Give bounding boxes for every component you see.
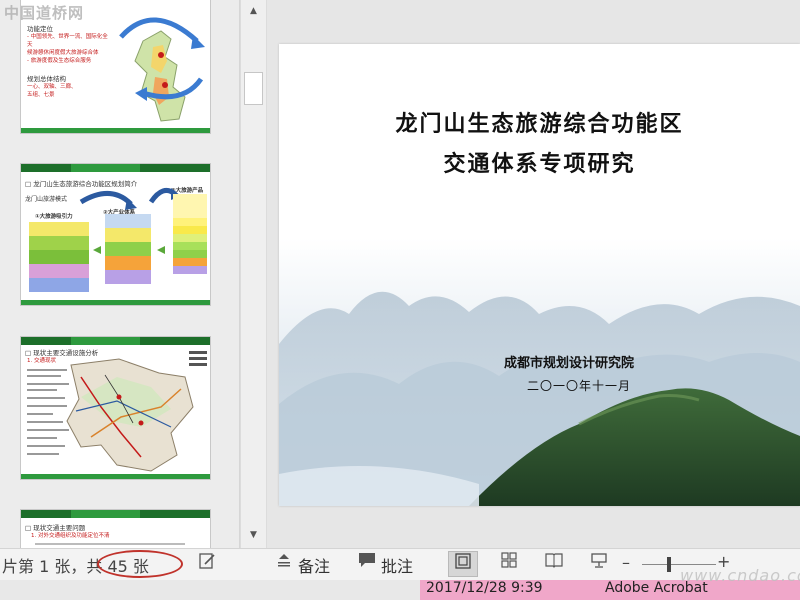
- thumb1-text-1: - 中国领先、世界一流、国际化全天: [27, 34, 108, 48]
- taskbar-datetime: 2017/12/28 9:39: [426, 580, 543, 596]
- comments-button-label[interactable]: 批注: [381, 553, 413, 577]
- site-watermark: www.cndao.com: [680, 566, 800, 585]
- taskbar-left: [0, 580, 420, 600]
- comments-icon[interactable]: [355, 551, 379, 577]
- slide-editing-area[interactable]: 龙门山生态旅游综合功能区 交通体系专项研究 成都市规划设计研究院 二〇一〇年十一…: [268, 0, 800, 548]
- thumb3-footer-bar: [21, 474, 210, 479]
- slide-organization: 成都市规划设计研究院: [503, 356, 634, 371]
- slide-date: 二〇一〇年十一月: [526, 379, 631, 393]
- powerpoint-window: 中国道桥网 功能定位 - 中国领先、世界一流、国际化全天 候游憩休闲度假大旅游综…: [0, 0, 800, 600]
- scroll-down-arrow-icon[interactable]: ▼: [241, 524, 266, 546]
- slide-thumbnail-2[interactable]: □ 龙门山生态旅游综合功能区规划简介 龙门山旅游模式 ①大旅游吸引力 ②大产业体…: [20, 163, 211, 306]
- notes-icon[interactable]: [272, 551, 296, 577]
- thumb2-diagram: [29, 187, 207, 292]
- thumb3-map: [27, 351, 207, 472]
- slide-title-line-2: 交通体系专项研究: [443, 151, 636, 177]
- slide-thumbnail-3[interactable]: □ 现状主要交通设施分析 1. 交通现状: [20, 336, 211, 480]
- annotation-circle: [97, 550, 183, 578]
- thumb1-heading-2: 规划总体结构: [27, 75, 66, 83]
- thumb1-map: [119, 17, 205, 122]
- thumb1-text-5: 五组、七景: [27, 92, 55, 98]
- scroll-up-arrow-icon[interactable]: ▲: [241, 0, 266, 22]
- zoom-out-icon[interactable]: –: [622, 553, 630, 572]
- zoom-slider-track[interactable]: [642, 564, 716, 565]
- slide-counter-current: 片第 1 张，: [2, 557, 87, 576]
- zoom-slider-thumb[interactable]: [667, 557, 671, 572]
- watermark-logo: 中国道桥网: [4, 4, 85, 22]
- thumb1-text-3: - 旅游度假及生态综合服务: [27, 58, 92, 64]
- reading-view-icon[interactable]: [539, 551, 569, 577]
- slideshow-icon[interactable]: [584, 551, 614, 577]
- slide-sorter-icon[interactable]: [494, 551, 524, 577]
- slide-title-line-1: 龙门山生态旅游综合功能区: [395, 111, 684, 137]
- current-slide[interactable]: 龙门山生态旅游综合功能区 交通体系专项研究 成都市规划设计研究院 二〇一〇年十一…: [279, 44, 800, 506]
- slide-thumbnail-pane[interactable]: 功能定位 - 中国领先、世界一流、国际化全天 候游憩休闲度假大旅游综合体 - 旅…: [0, 0, 240, 569]
- spell-check-icon[interactable]: [192, 551, 222, 577]
- thumb2-footer-bar: [21, 300, 210, 305]
- thumb1-text-4: 一心、双轴、三廊、: [27, 84, 77, 90]
- thumbnail-scrollbar[interactable]: ▲ ▼: [240, 0, 267, 548]
- thumb1-footer-bar: [21, 128, 210, 133]
- normal-view-icon[interactable]: [448, 551, 478, 577]
- thumb1-text-2: 候游憩休闲度假大旅游综合体: [27, 50, 99, 56]
- scrollbar-thumb[interactable]: [244, 72, 263, 105]
- notes-button-label[interactable]: 备注: [298, 553, 330, 577]
- thumb1-heading-1: 功能定位: [27, 25, 53, 33]
